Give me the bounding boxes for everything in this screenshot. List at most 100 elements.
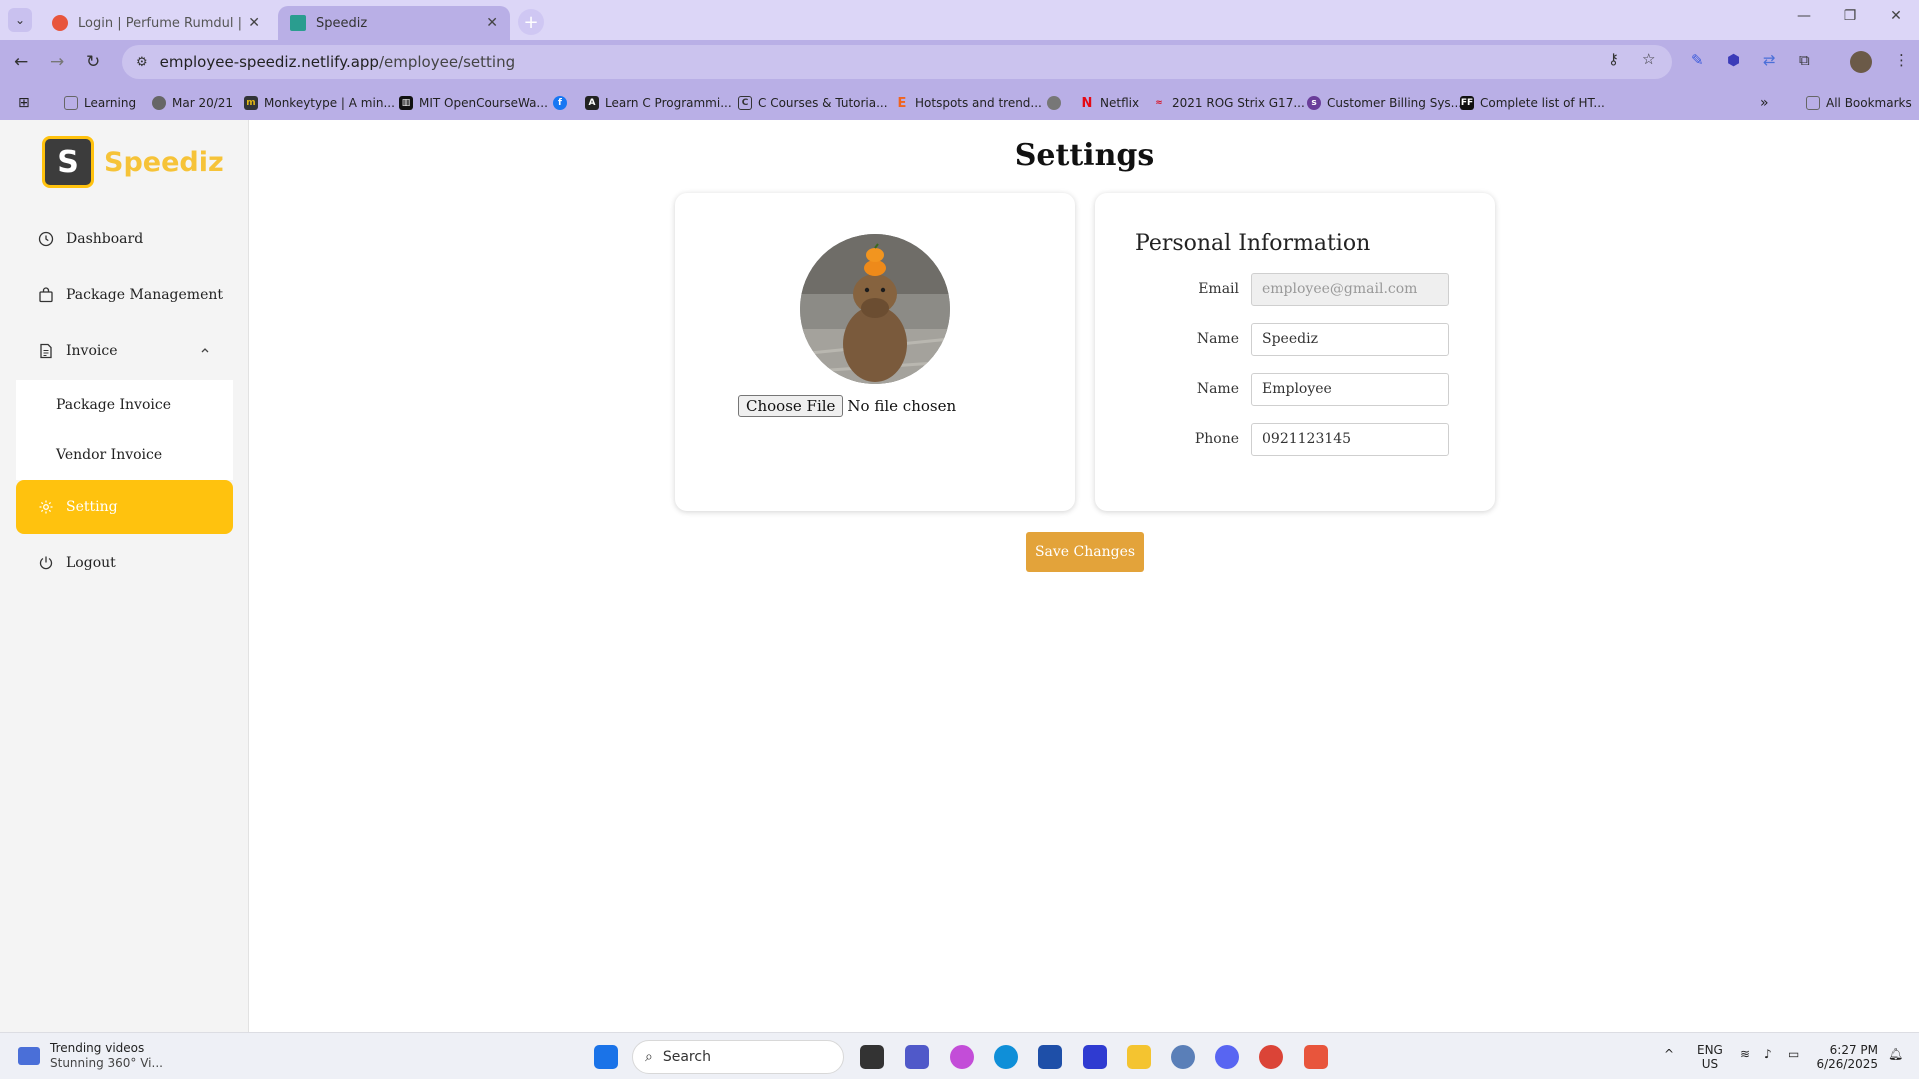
apps-grid-icon[interactable]: ⊞ — [18, 86, 30, 120]
folder-icon — [64, 96, 78, 110]
globe-app-icon[interactable] — [1171, 1045, 1195, 1069]
all-bookmarks-label: All Bookmarks — [1826, 96, 1912, 110]
close-tab-icon[interactable]: ✕ — [486, 15, 498, 31]
sidebar-item-invoice[interactable]: Invoice — [16, 324, 233, 378]
clock[interactable]: 6:27 PM 6/26/2025 — [1816, 1043, 1878, 1071]
bookmark-mar[interactable]: Mar 20/21 — [152, 86, 233, 120]
choose-file-button[interactable]: Choose File — [738, 395, 844, 417]
bookmark-html-list[interactable]: FF Complete list of HT... — [1460, 86, 1605, 120]
bookmark-label: Hotspots and trend... — [915, 96, 1042, 110]
task-view-icon[interactable] — [860, 1045, 884, 1069]
back-arrow-icon[interactable]: ← — [14, 52, 28, 72]
bookmark-c-courses[interactable]: C C Courses & Tutoria... — [738, 86, 888, 120]
language-indicator[interactable]: ENG US — [1697, 1043, 1723, 1071]
last-name-field[interactable] — [1251, 372, 1449, 406]
tab-search-icon[interactable]: ⌄ — [8, 8, 32, 32]
bookmark-label: Monkeytype | A min... — [264, 96, 395, 110]
battery-icon[interactable]: ▭ — [1788, 1047, 1799, 1061]
sidebar-item-package-management[interactable]: Package Management — [16, 268, 233, 322]
bookmark-label: Mar 20/21 — [172, 96, 234, 110]
sidebar-subitem-package-invoice[interactable]: Package Invoice — [16, 380, 233, 430]
edge-icon[interactable] — [994, 1045, 1018, 1069]
chevron-up-icon[interactable] — [199, 344, 211, 356]
sidebar-item-label: Dashboard — [66, 231, 144, 247]
bookmark-learn-c[interactable]: A Learn C Programmi... — [585, 86, 732, 120]
snipping-tool-icon[interactable] — [1304, 1045, 1328, 1069]
sidebar-item-label: Logout — [66, 555, 116, 571]
phone-field[interactable] — [1251, 422, 1449, 456]
tray-overflow-icon[interactable]: ^ — [1664, 1047, 1674, 1061]
taskbar-search[interactable]: ⌕ Search — [632, 1040, 844, 1074]
volume-icon[interactable]: ♪ — [1764, 1047, 1772, 1061]
extension-badge-icon[interactable]: ⬢ — [1727, 51, 1740, 69]
bookmark-billing[interactable]: s Customer Billing Sys... — [1307, 86, 1462, 120]
last-name-field-row: Name — [1175, 372, 1463, 406]
sidebar-item-logout[interactable]: Logout — [16, 536, 233, 590]
sidebar-item-setting[interactable]: Setting — [16, 480, 233, 534]
file-upload-row: Choose File No file chosen — [738, 395, 956, 417]
news-widget[interactable]: Trending videos Stunning 360° Vi... — [18, 1041, 163, 1071]
sidebar-item-label: Invoice — [66, 343, 118, 359]
personal-information-card: Personal Information Email Name Name Pho… — [1095, 193, 1495, 511]
new-tab-button[interactable]: + — [518, 9, 544, 35]
profile-avatar[interactable] — [1850, 51, 1872, 73]
chrome-icon[interactable] — [1259, 1045, 1283, 1069]
bookmark-rog[interactable]: ≈2021 ROG Strix G17... — [1152, 86, 1305, 120]
language-code: ENG — [1697, 1043, 1723, 1057]
sidebar-subitem-vendor-invoice[interactable]: Vendor Invoice — [16, 430, 233, 480]
notification-bell-icon[interactable]: 🔔︎ — [1888, 1047, 1903, 1061]
ff-icon: FF — [1460, 96, 1474, 110]
forward-arrow-icon[interactable]: → — [50, 52, 64, 72]
translate-icon[interactable]: ⇄ — [1763, 51, 1776, 69]
site-info-icon[interactable]: ⚙ — [136, 55, 148, 70]
minimize-button[interactable]: — — [1781, 8, 1827, 24]
discord-icon[interactable] — [1215, 1045, 1239, 1069]
browser-toolbar: ← → ↻ ⚙ employee-speediz.netlify.app/emp… — [0, 40, 1919, 86]
address-bar[interactable]: ⚙ employee-speediz.netlify.app/employee/… — [122, 45, 1672, 79]
restore-button[interactable]: ❐ — [1827, 8, 1873, 24]
windows-start-icon[interactable] — [594, 1045, 618, 1069]
gear-icon — [39, 500, 53, 514]
learn-c-icon: A — [585, 96, 599, 110]
bookmark-facebook[interactable]: f — [553, 86, 573, 120]
reload-icon[interactable]: ↻ — [86, 52, 100, 72]
bookmarks-overflow-icon[interactable]: » — [1760, 86, 1769, 120]
phone-label: Phone — [1194, 431, 1239, 447]
bookmark-label: Learning — [84, 96, 137, 110]
brand[interactable]: S Speediz — [42, 136, 224, 188]
pen-extension-icon[interactable]: ✎ — [1691, 51, 1704, 69]
bookmark-monkeytype[interactable]: m Monkeytype | A min... — [244, 86, 395, 120]
browser-tabstrip: ⌄ Login | Perfume Rumdul | Postr ✕ Speed… — [0, 0, 1919, 40]
globe-icon — [1047, 96, 1061, 110]
all-bookmarks-button[interactable]: All Bookmarks — [1806, 86, 1912, 120]
bookmark-hotspots[interactable]: E Hotspots and trend... — [895, 86, 1042, 120]
store-icon[interactable] — [1038, 1045, 1062, 1069]
browser-menu-icon[interactable]: ⋮ — [1894, 51, 1909, 69]
bookmark-label: Customer Billing Sys... — [1327, 96, 1463, 110]
facebook-icon: f — [553, 96, 567, 110]
password-key-icon[interactable]: ⚷ — [1608, 50, 1619, 68]
close-window-button[interactable]: ✕ — [1873, 8, 1919, 24]
wifi-icon[interactable]: ≋ — [1740, 1047, 1750, 1061]
c-courses-icon: C — [738, 96, 752, 110]
tab-speediz[interactable]: Speediz ✕ — [278, 6, 510, 40]
capybara-photo-icon — [800, 234, 950, 384]
bookmark-learning[interactable]: Learning — [64, 86, 136, 120]
bookmark-mit[interactable]: ▥ MIT OpenCourseWa... — [399, 86, 548, 120]
teams-icon[interactable] — [905, 1045, 929, 1069]
file-explorer-icon[interactable] — [1127, 1045, 1151, 1069]
save-changes-button[interactable]: Save Changes — [1026, 532, 1144, 572]
extensions-puzzle-icon[interactable]: ⧉ — [1799, 51, 1810, 69]
sidebar-item-dashboard[interactable]: Dashboard — [16, 212, 233, 266]
first-name-field[interactable] — [1251, 322, 1449, 356]
bag-icon — [39, 287, 53, 303]
close-tab-icon[interactable]: ✕ — [248, 15, 260, 31]
bookmark-star-icon[interactable]: ☆ — [1642, 50, 1655, 68]
bookmark-netflix[interactable]: N Netflix — [1080, 86, 1140, 120]
tab-login-perfume[interactable]: Login | Perfume Rumdul | Postr ✕ — [40, 6, 272, 40]
power-icon — [39, 556, 53, 570]
sidebar-item-label: Package Management — [66, 287, 224, 303]
copilot-icon[interactable] — [950, 1045, 974, 1069]
vscode-like-icon[interactable] — [1083, 1045, 1107, 1069]
bookmark-globe[interactable] — [1047, 86, 1067, 120]
